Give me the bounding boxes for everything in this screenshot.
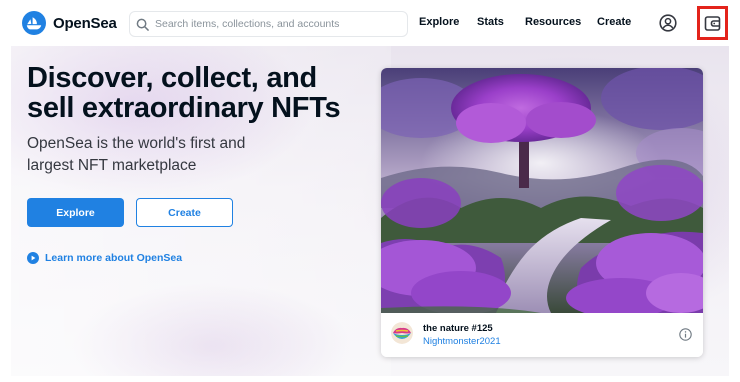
nft-creator-link[interactable]: Nightmonster2021 xyxy=(423,336,501,347)
account-button[interactable] xyxy=(658,13,678,33)
creator-avatar xyxy=(391,322,413,344)
logo-link[interactable]: OpenSea xyxy=(22,11,117,35)
opensea-logo-icon xyxy=(22,11,46,35)
nav-create[interactable]: Create xyxy=(597,16,631,28)
search-bar[interactable] xyxy=(129,11,408,37)
nft-artwork-image xyxy=(381,68,703,313)
play-circle-icon xyxy=(27,252,39,264)
explore-button[interactable]: Explore xyxy=(27,198,124,227)
hero-subtitle: OpenSea is the world's first and largest… xyxy=(27,135,246,174)
wallet-button[interactable] xyxy=(697,6,728,40)
create-button[interactable]: Create xyxy=(136,198,233,227)
hero-title: Discover, collect, and sell extraordinar… xyxy=(27,62,341,124)
nav-resources[interactable]: Resources xyxy=(525,16,581,28)
nav-stats[interactable]: Stats xyxy=(477,16,504,28)
info-icon[interactable] xyxy=(679,328,692,341)
logo-text: OpenSea xyxy=(53,14,117,32)
learn-more-label: Learn more about OpenSea xyxy=(45,252,183,264)
nft-card-footer: the nature #125 Nightmonster2021 xyxy=(381,313,703,357)
account-circle-icon xyxy=(659,14,677,32)
search-input[interactable] xyxy=(155,18,405,30)
top-navbar: OpenSea Explore Stats Resources Create xyxy=(0,0,740,46)
wallet-icon xyxy=(704,15,721,31)
nav-explore[interactable]: Explore xyxy=(419,16,459,28)
learn-more-link[interactable]: Learn more about OpenSea xyxy=(27,252,182,264)
featured-nft-card[interactable]: the nature #125 Nightmonster2021 xyxy=(381,68,703,357)
nft-title: the nature #125 xyxy=(423,323,493,334)
search-icon xyxy=(136,18,149,31)
